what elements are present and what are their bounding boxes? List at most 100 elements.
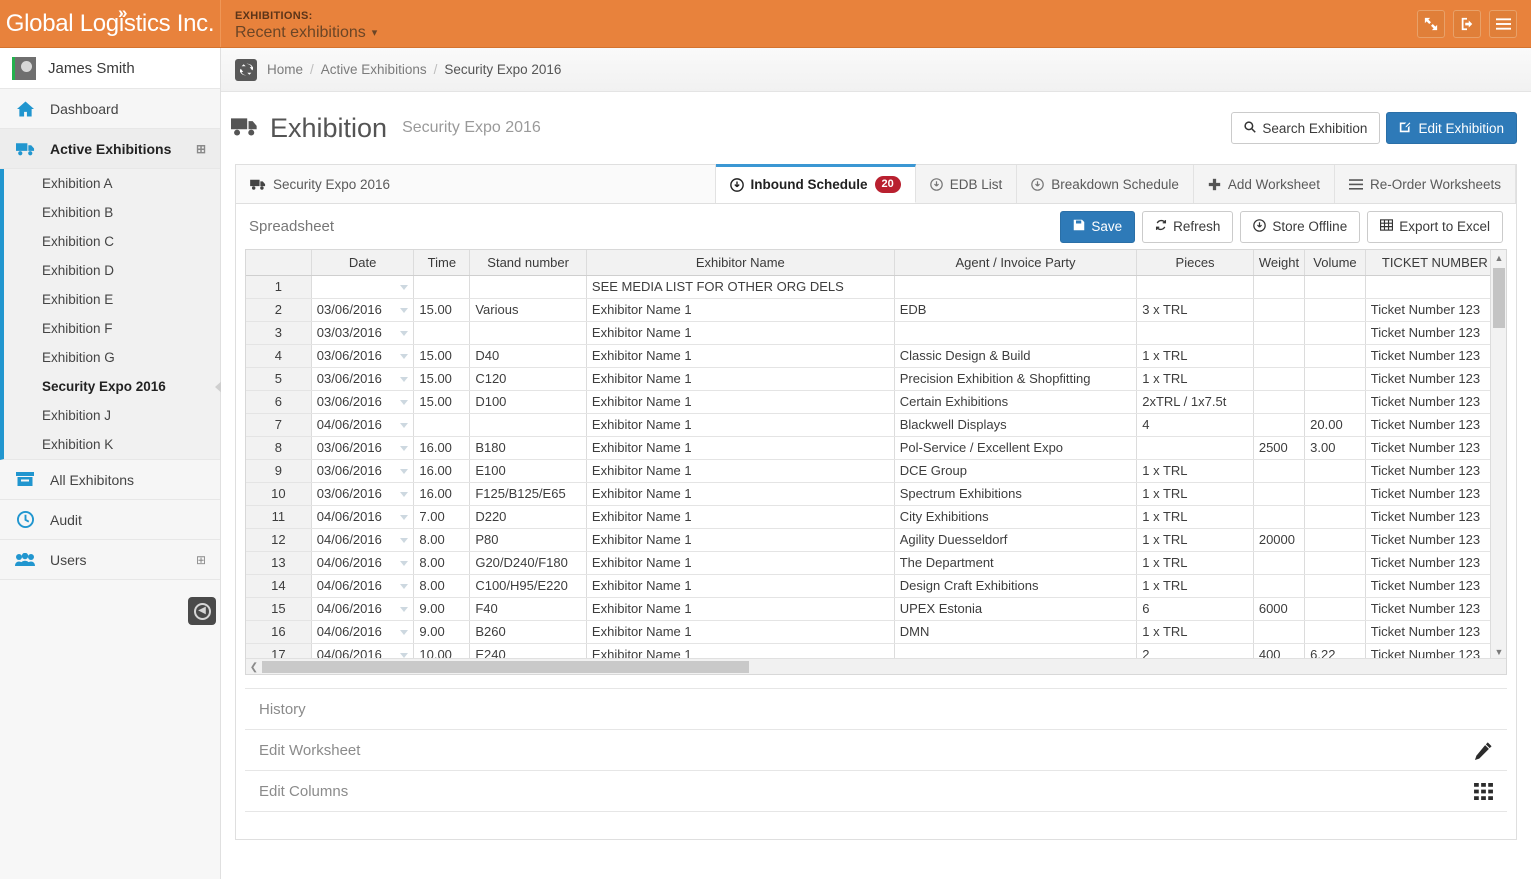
cell-exhibitor-name[interactable]: Exhibitor Name 1 <box>586 551 894 574</box>
cell-ticket-number-driver[interactable]: Ticket Number 123 <box>1365 390 1507 413</box>
cell-agent-invoice-party[interactable]: DMN <box>894 620 1137 643</box>
cell-volume[interactable] <box>1305 275 1366 298</box>
col-header-pieces[interactable]: Pieces <box>1137 250 1254 275</box>
date-dropdown-caret-icon[interactable] <box>400 653 408 658</box>
date-dropdown-caret-icon[interactable] <box>400 423 408 428</box>
cell-volume[interactable] <box>1305 597 1366 620</box>
cell-pieces[interactable]: 1 x TRL <box>1137 620 1254 643</box>
cell-ticket-number-driver[interactable]: Ticket Number 123 <box>1365 574 1507 597</box>
cell-time[interactable]: 8.00 <box>414 528 470 551</box>
cell-weight[interactable] <box>1253 390 1304 413</box>
cell-stand-number[interactable]: F125/B125/E65 <box>470 482 587 505</box>
cell-exhibitor-name[interactable]: Exhibitor Name 1 <box>586 436 894 459</box>
cell-exhibitor-name[interactable]: Exhibitor Name 1 <box>586 482 894 505</box>
cell-stand-number[interactable]: C120 <box>470 367 587 390</box>
cell-ticket-number-driver[interactable]: Ticket Number 123 <box>1365 459 1507 482</box>
accordion-edit-columns[interactable]: Edit Columns <box>245 771 1507 812</box>
menu-icon[interactable] <box>1489 10 1517 38</box>
cell-exhibitor-name[interactable]: Exhibitor Name 1 <box>586 321 894 344</box>
sidebar-user[interactable]: James Smith <box>0 48 220 89</box>
cell-ticket-number-driver[interactable]: Ticket Number 123 <box>1365 505 1507 528</box>
breadcrumb-home[interactable]: Home <box>267 62 303 77</box>
cell-rownum[interactable]: 7 <box>246 413 311 436</box>
cell-agent-invoice-party[interactable]: Classic Design & Build <box>894 344 1137 367</box>
edit-exhibition-button[interactable]: Edit Exhibition <box>1386 112 1517 144</box>
cell-agent-invoice-party[interactable]: EDB <box>894 298 1137 321</box>
horizontal-scrollbar[interactable]: ❮ ❯ <box>246 658 1507 674</box>
sidebar-item-exhibition-d[interactable]: Exhibition D <box>4 256 220 285</box>
cell-date[interactable]: 04/06/2016 <box>311 528 414 551</box>
cell-rownum[interactable]: 3 <box>246 321 311 344</box>
table-row[interactable]: 1104/06/20167.00D220Exhibitor Name 1City… <box>246 505 1507 528</box>
cell-stand-number[interactable] <box>470 413 587 436</box>
cell-stand-number[interactable]: G20/D240/F180 <box>470 551 587 574</box>
cell-agent-invoice-party[interactable]: Pol-Service / Excellent Expo <box>894 436 1137 459</box>
cell-ticket-number-driver[interactable]: Ticket Number 123 <box>1365 298 1507 321</box>
pencil-icon[interactable] <box>1474 741 1493 760</box>
cell-volume[interactable]: 3.00 <box>1305 436 1366 459</box>
cell-stand-number[interactable]: F40 <box>470 597 587 620</box>
cell-time[interactable]: 15.00 <box>414 298 470 321</box>
cell-date[interactable]: 03/06/2016 <box>311 482 414 505</box>
cell-stand-number[interactable] <box>470 275 587 298</box>
col-header-rownum[interactable] <box>246 250 311 275</box>
cell-volume[interactable] <box>1305 505 1366 528</box>
spreadsheet-grid[interactable]: Date Time Stand number Exhibitor Name Ag… <box>245 249 1507 675</box>
cell-ticket-number-driver[interactable]: Ticket Number 123 <box>1365 413 1507 436</box>
cell-date[interactable]: 03/06/2016 <box>311 390 414 413</box>
cell-ticket-number-driver[interactable]: Ticket Number 123 <box>1365 482 1507 505</box>
cell-weight[interactable] <box>1253 413 1304 436</box>
cell-exhibitor-name[interactable]: Exhibitor Name 1 <box>586 620 894 643</box>
cell-time[interactable]: 8.00 <box>414 574 470 597</box>
cell-stand-number[interactable]: E100 <box>470 459 587 482</box>
cell-time[interactable]: 9.00 <box>414 620 470 643</box>
save-button[interactable]: Save <box>1060 211 1135 243</box>
cell-pieces[interactable]: 6 <box>1137 597 1254 620</box>
table-row[interactable]: 403/06/201615.00D40Exhibitor Name 1Class… <box>246 344 1507 367</box>
table-row[interactable]: 503/06/201615.00C120Exhibitor Name 1Prec… <box>246 367 1507 390</box>
date-dropdown-caret-icon[interactable] <box>400 331 408 336</box>
cell-weight[interactable]: 2500 <box>1253 436 1304 459</box>
cell-rownum[interactable]: 13 <box>246 551 311 574</box>
cell-agent-invoice-party[interactable] <box>894 275 1137 298</box>
cell-exhibitor-name[interactable]: Exhibitor Name 1 <box>586 390 894 413</box>
cell-date[interactable]: 04/06/2016 <box>311 597 414 620</box>
cell-date[interactable] <box>311 275 414 298</box>
cell-pieces[interactable]: 1 x TRL <box>1137 528 1254 551</box>
cell-weight[interactable] <box>1253 344 1304 367</box>
cell-volume[interactable] <box>1305 298 1366 321</box>
cell-date[interactable]: 04/06/2016 <box>311 574 414 597</box>
accordion-edit-worksheet[interactable]: Edit Worksheet <box>245 730 1507 771</box>
date-dropdown-caret-icon[interactable] <box>400 377 408 382</box>
cell-volume[interactable] <box>1305 574 1366 597</box>
cell-weight[interactable] <box>1253 275 1304 298</box>
table-row[interactable]: 1504/06/20169.00F40Exhibitor Name 1UPEX … <box>246 597 1507 620</box>
cell-ticket-number-driver[interactable] <box>1365 275 1507 298</box>
tab-add-worksheet[interactable]: Add Worksheet <box>1194 165 1335 203</box>
cell-pieces[interactable] <box>1137 436 1254 459</box>
date-dropdown-caret-icon[interactable] <box>400 607 408 612</box>
cell-agent-invoice-party[interactable]: UPEX Estonia <box>894 597 1137 620</box>
cell-pieces[interactable]: 2xTRL / 1x7.5t <box>1137 390 1254 413</box>
cell-ticket-number-driver[interactable]: Ticket Number 123 <box>1365 344 1507 367</box>
tab-inbound-schedule[interactable]: Inbound Schedule 20 <box>716 164 916 203</box>
search-exhibition-button[interactable]: Search Exhibition <box>1231 112 1380 144</box>
vertical-scrollbar[interactable]: ▲ ▼ <box>1490 250 1506 660</box>
cell-ticket-number-driver[interactable]: Ticket Number 123 <box>1365 436 1507 459</box>
cell-date[interactable]: 03/06/2016 <box>311 367 414 390</box>
cell-time[interactable]: 16.00 <box>414 436 470 459</box>
cell-volume[interactable] <box>1305 344 1366 367</box>
date-dropdown-caret-icon[interactable] <box>400 400 408 405</box>
cell-date[interactable]: 04/06/2016 <box>311 413 414 436</box>
cell-volume[interactable] <box>1305 482 1366 505</box>
vertical-scroll-thumb[interactable] <box>1493 268 1505 328</box>
table-row[interactable]: 603/06/201615.00D100Exhibitor Name 1Cert… <box>246 390 1507 413</box>
sidebar-item-dashboard[interactable]: Dashboard <box>0 89 220 129</box>
cell-volume[interactable] <box>1305 620 1366 643</box>
date-dropdown-caret-icon[interactable] <box>400 538 408 543</box>
cell-rownum[interactable]: 1 <box>246 275 311 298</box>
col-header-ticket-number-driver[interactable]: TICKET NUMBER (DRIVER) <box>1365 250 1507 275</box>
cell-date[interactable]: 03/06/2016 <box>311 298 414 321</box>
cell-weight[interactable] <box>1253 505 1304 528</box>
cell-pieces[interactable] <box>1137 275 1254 298</box>
